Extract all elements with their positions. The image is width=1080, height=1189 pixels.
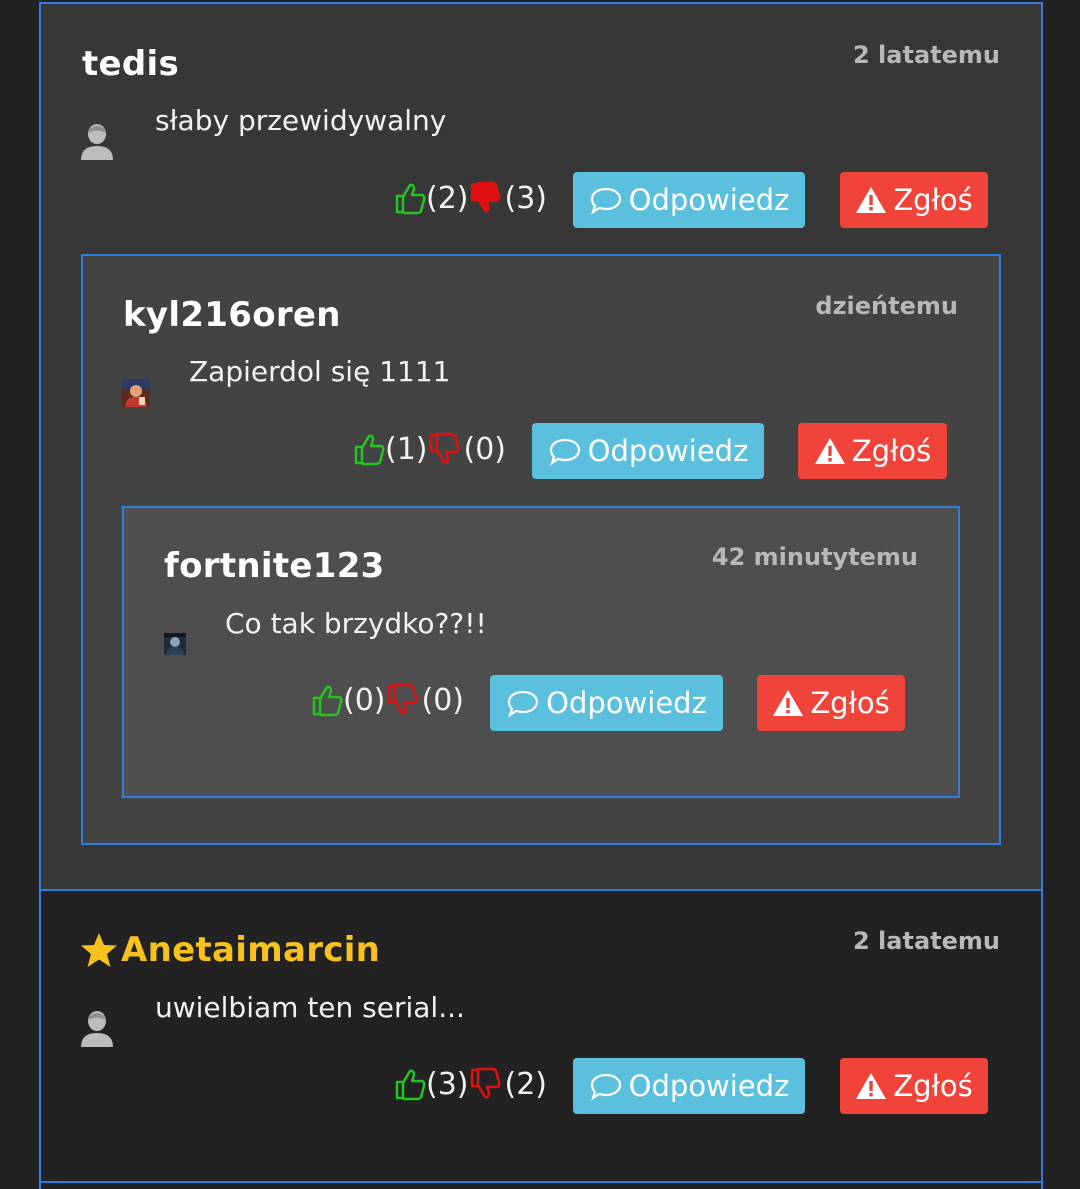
like-count: (0) bbox=[343, 682, 386, 718]
thumbs-up-icon[interactable] bbox=[394, 1067, 426, 1101]
vote-controls: (1) (0) bbox=[353, 421, 506, 477]
report-button-label: Zgłoś bbox=[810, 686, 890, 720]
comment-time: dzieńtemu bbox=[815, 292, 958, 320]
author-name: Anetaimarcin bbox=[121, 930, 381, 970]
reply-button[interactable]: Odpowiedz bbox=[532, 423, 764, 479]
comment-text: Co tak brzydko??!! bbox=[225, 607, 487, 640]
reply-button[interactable]: Odpowiedz bbox=[573, 172, 805, 228]
reply-button-label: Odpowiedz bbox=[546, 686, 707, 720]
report-button-label: Zgłoś bbox=[893, 1069, 973, 1103]
dislike-count: (2) bbox=[504, 1066, 548, 1102]
thumbs-down-icon[interactable] bbox=[428, 432, 460, 466]
dislike-count: (3) bbox=[504, 180, 548, 216]
warning-icon bbox=[856, 1073, 887, 1099]
like-count: (2) bbox=[426, 180, 469, 216]
reply-button-label: Odpowiedz bbox=[628, 1069, 790, 1103]
reply-button-label: Odpowiedz bbox=[587, 434, 749, 468]
comment-time: 2 latatemu bbox=[853, 41, 1000, 69]
default-avatar-icon bbox=[80, 122, 114, 164]
comment-author[interactable]: tedis bbox=[82, 44, 179, 84]
comment-text: słaby przewidywalny bbox=[155, 104, 447, 137]
warning-icon bbox=[814, 438, 845, 464]
like-count: (3) bbox=[426, 1066, 469, 1102]
user-avatar bbox=[164, 633, 186, 659]
comment-author[interactable]: kyl216oren bbox=[123, 295, 341, 335]
comment-author[interactable]: fortnite123 bbox=[164, 546, 385, 586]
thumbs-down-icon[interactable] bbox=[386, 683, 418, 717]
default-avatar-icon bbox=[80, 1009, 114, 1051]
reply-button-label: Odpowiedz bbox=[628, 183, 790, 217]
report-button[interactable]: Zgłoś bbox=[840, 1058, 988, 1114]
report-button-label: Zgłoś bbox=[893, 183, 973, 217]
report-button[interactable]: Zgłoś bbox=[798, 423, 947, 479]
report-button-label: Zgłoś bbox=[851, 434, 932, 468]
vote-controls: (2) (3) bbox=[394, 170, 547, 226]
star-icon bbox=[81, 933, 117, 967]
vote-controls: (0) (0) bbox=[311, 672, 464, 728]
speech-bubble-icon bbox=[590, 187, 621, 215]
comment-author[interactable]: Anetaimarcin bbox=[80, 930, 380, 970]
report-button[interactable]: Zgłoś bbox=[757, 675, 905, 731]
reply-button[interactable]: Odpowiedz bbox=[490, 675, 723, 731]
thumbs-down-icon[interactable] bbox=[469, 181, 501, 215]
warning-icon bbox=[773, 690, 804, 716]
thumbs-down-icon[interactable] bbox=[469, 1067, 501, 1101]
dislike-count: (0) bbox=[421, 682, 465, 718]
comment-time: 2 latatemu bbox=[853, 927, 1000, 955]
comment-text: Zapierdol się 1111 bbox=[189, 355, 451, 388]
report-button[interactable]: Zgłoś bbox=[840, 172, 988, 228]
comment-divider bbox=[39, 1181, 1043, 1183]
thumbs-up-icon[interactable] bbox=[394, 181, 426, 215]
comment-text: uwielbiam ten serial... bbox=[155, 991, 465, 1024]
dislike-count: (0) bbox=[463, 431, 507, 467]
vote-controls: (3) (2) bbox=[394, 1056, 547, 1112]
reply-button[interactable]: Odpowiedz bbox=[573, 1058, 805, 1114]
warning-icon bbox=[856, 187, 887, 213]
like-count: (1) bbox=[385, 431, 428, 467]
thumbs-up-icon[interactable] bbox=[353, 432, 385, 466]
speech-bubble-icon bbox=[508, 690, 539, 718]
speech-bubble-icon bbox=[590, 1073, 621, 1101]
user-avatar bbox=[122, 379, 150, 411]
speech-bubble-icon bbox=[549, 438, 580, 466]
thumbs-up-icon[interactable] bbox=[311, 683, 343, 717]
comment-time: 42 minutytemu bbox=[711, 543, 918, 571]
